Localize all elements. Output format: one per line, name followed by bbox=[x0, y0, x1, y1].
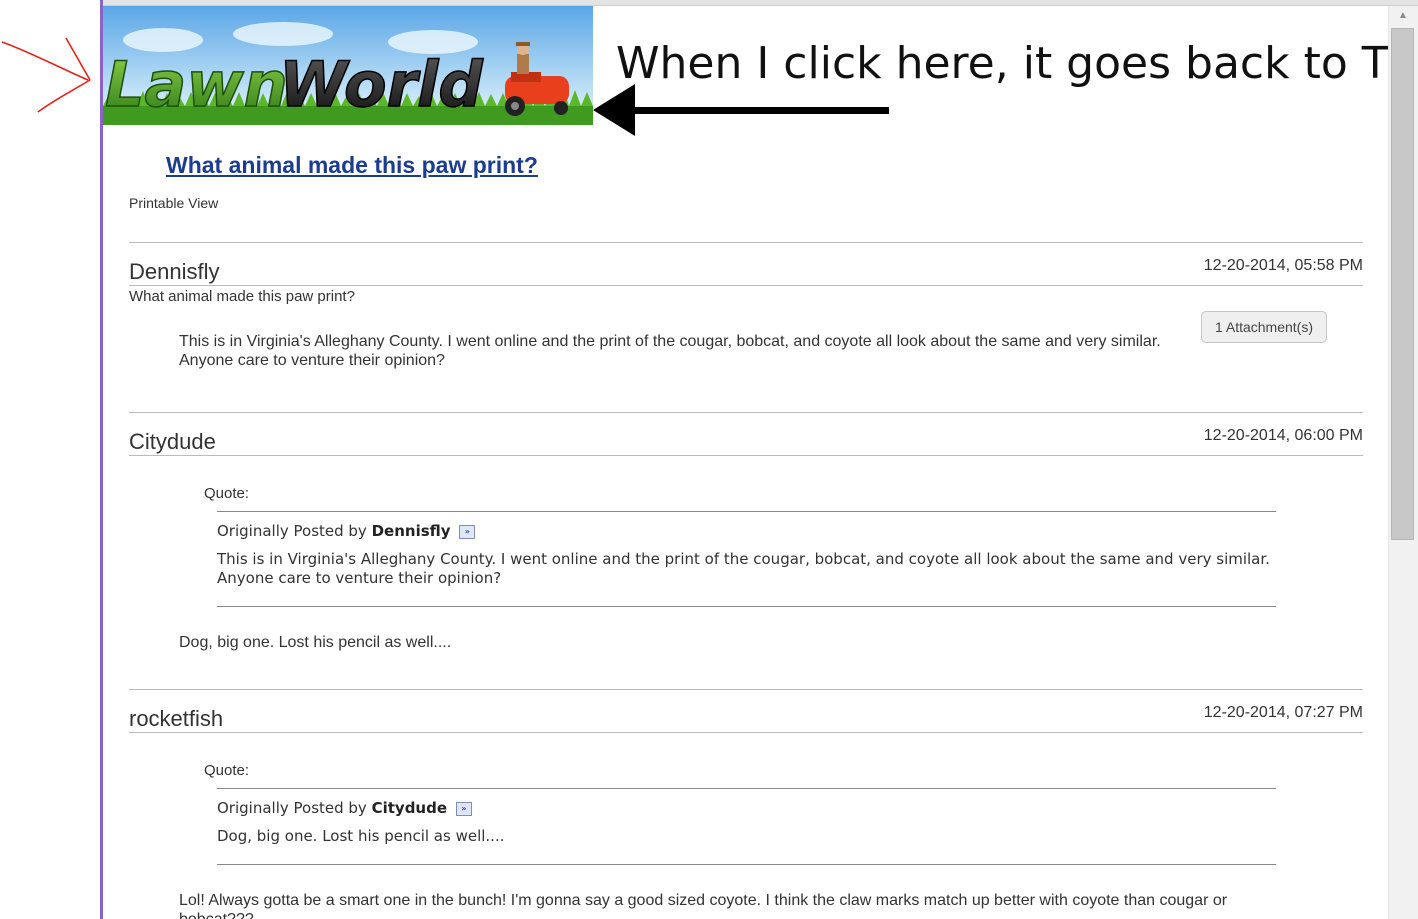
thread-title-link[interactable]: What animal made this paw print? bbox=[166, 152, 538, 179]
post-1: Dennisfly 12-20-2014, 05:58 PM What anim… bbox=[129, 242, 1363, 370]
quote-prefix: Originally Posted by bbox=[217, 799, 367, 817]
quote-box: Originally Posted by Citydude » Dog, big… bbox=[217, 788, 1276, 865]
quote-prefix: Originally Posted by bbox=[217, 522, 367, 540]
quote-label: Quote: bbox=[204, 762, 250, 779]
svg-text:World: World bbox=[279, 48, 483, 121]
post-subtitle: What animal made this paw print? bbox=[129, 288, 355, 305]
post-author: Dennisfly bbox=[129, 259, 220, 284]
page-viewport: Lawn World When I click here, it goes ba… bbox=[103, 6, 1388, 919]
red-arrow-icon bbox=[1, 37, 91, 113]
post-date: 12-20-2014, 05:58 PM bbox=[1203, 257, 1363, 274]
quote-attribution: Originally Posted by Citydude » bbox=[217, 799, 1276, 817]
post-header: Citydude 12-20-2014, 06:00 PM bbox=[129, 413, 1363, 456]
quote-attribution: Originally Posted by Dennisfly » bbox=[217, 522, 1276, 540]
black-arrow-icon bbox=[593, 84, 889, 136]
post-body: Dog, big one. Lost his pencil as well...… bbox=[179, 634, 452, 651]
post-3: rocketfish 12-20-2014, 07:27 PM Quote: O… bbox=[129, 689, 1363, 919]
attachments-button[interactable]: 1 Attachment(s) bbox=[1200, 311, 1327, 343]
post-header: rocketfish 12-20-2014, 07:27 PM bbox=[129, 690, 1363, 733]
lawnworld-banner-link[interactable]: Lawn World bbox=[103, 6, 593, 125]
quote-text: Dog, big one. Lost his pencil as well...… bbox=[217, 827, 505, 845]
post-date: 12-20-2014, 07:27 PM bbox=[1203, 704, 1363, 721]
quote-author: Citydude bbox=[371, 799, 448, 817]
quote-label: Quote: bbox=[204, 485, 250, 502]
post-2: Citydude 12-20-2014, 06:00 PM Quote: Ori… bbox=[129, 412, 1363, 652]
post-date: 12-20-2014, 06:00 PM bbox=[1203, 427, 1363, 444]
post-author: rocketfish bbox=[129, 706, 224, 731]
quote-text: This is in Virginia's Alleghany County. … bbox=[217, 550, 1270, 587]
scroll-up-arrow-icon[interactable]: ▲ bbox=[1398, 10, 1408, 21]
quote-author: Dennisfly bbox=[371, 522, 451, 540]
vertical-scrollbar[interactable]: ▲ bbox=[1388, 6, 1418, 919]
quote-box: Originally Posted by Dennisfly » This is… bbox=[217, 511, 1276, 607]
post-header: Dennisfly 12-20-2014, 05:58 PM bbox=[129, 243, 1363, 286]
lawnworld-logo: Lawn World bbox=[103, 6, 593, 125]
view-post-icon[interactable]: » bbox=[459, 524, 476, 539]
post-body: Lol! Always gotta be a smart one in the … bbox=[179, 892, 1228, 919]
printable-view-label: Printable View bbox=[129, 195, 219, 211]
post-author: Citydude bbox=[129, 429, 216, 454]
post-body: This is in Virginia's Alleghany County. … bbox=[179, 333, 1161, 369]
scrollbar-thumb[interactable] bbox=[1391, 28, 1414, 540]
view-post-icon[interactable]: » bbox=[455, 801, 472, 816]
svg-text:Lawn: Lawn bbox=[105, 48, 288, 121]
